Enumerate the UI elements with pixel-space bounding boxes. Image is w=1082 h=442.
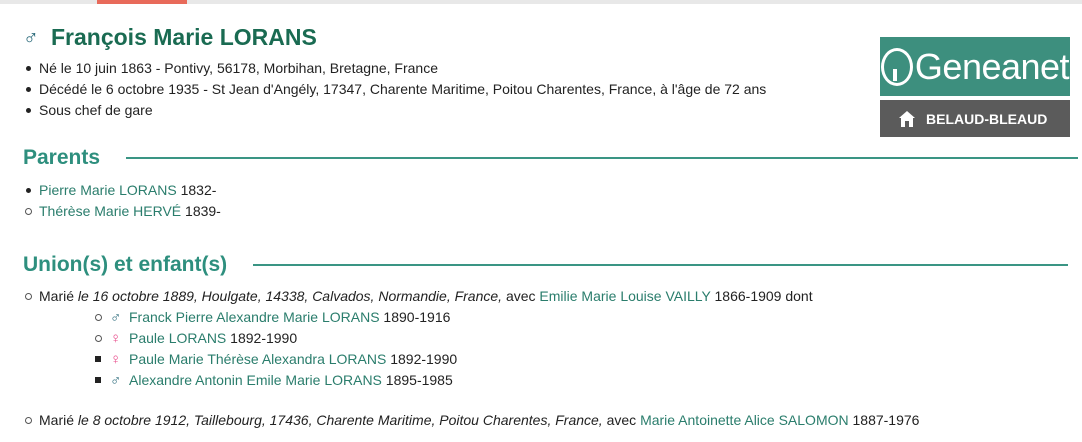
birth-fact: Né le 10 juin 1863 - Pontivy, 56178, Mor… [24, 58, 766, 79]
male-symbol-icon: ♂ [110, 309, 122, 326]
child-item: ♂ Alexandre Antonin Emile Marie LORANS 18… [94, 370, 1074, 391]
section-divider [253, 264, 1069, 266]
child-item: ♂ Franck Pierre Alexandre Marie LORANS 18… [94, 307, 1074, 328]
child-item: ♀ Paule LORANS 1892-1990 [94, 328, 1074, 349]
child-dates: 1895-1985 [381, 372, 453, 388]
child-dates: 1890-1916 [379, 309, 451, 325]
tree-icon [880, 47, 913, 86]
geneanet-logo-text: Geneanet [914, 45, 1070, 87]
unions-section-header: Union(s) et enfant(s) [23, 253, 1069, 277]
child-link[interactable]: Alexandre Antonin Emile Marie LORANS [129, 372, 382, 388]
union-item: Marié le 8 octobre 1912, Taillebourg, 17… [24, 410, 1074, 431]
parents-section-header: Parents [23, 146, 1079, 170]
section-divider [126, 157, 1079, 159]
list-item: Thérèse Marie HERVÉ 1839- [24, 201, 221, 222]
union-details: le 8 octobre 1912, Taillebourg, 17436, C… [77, 412, 603, 428]
child-item: ♀ Paule Marie Thérèse Alexandra LORANS 18… [94, 349, 1074, 370]
person-header: ♂ François Marie LORANS [23, 24, 317, 51]
geneanet-logo[interactable]: Geneanet [880, 37, 1070, 96]
spouse-dates: 1887-1976 [848, 412, 920, 428]
union-item: Marié le 16 octobre 1889, Houlgate, 1433… [24, 286, 1074, 391]
unions-list: Marié le 16 octobre 1889, Houlgate, 1433… [24, 286, 1074, 431]
child-link[interactable]: Paule LORANS [129, 330, 226, 346]
male-symbol-icon: ♂ [110, 372, 122, 389]
father-dates: 1832- [176, 182, 217, 198]
children-list: ♂ Franck Pierre Alexandre Marie LORANS 18… [94, 307, 1074, 391]
union-avec: avec [502, 288, 540, 304]
tree-owner-label: BELAUD-BLEAUD [926, 110, 1048, 127]
person-name: François Marie LORANS [51, 24, 317, 50]
male-symbol-icon: ♂ [23, 25, 39, 49]
union-prefix: Marié [39, 288, 78, 304]
tree-home-button[interactable]: BELAUD-BLEAUD [880, 100, 1070, 137]
child-link[interactable]: Franck Pierre Alexandre Marie LORANS [129, 309, 380, 325]
parents-list: Pierre Marie LORANS 1832- Thérèse Marie … [24, 180, 221, 222]
unions-heading: Union(s) et enfant(s) [23, 253, 228, 276]
death-fact: Décédé le 6 octobre 1935 - St Jean d'Ang… [24, 79, 766, 100]
union-suffix: dont [781, 288, 813, 304]
child-dates: 1892-1990 [226, 330, 298, 346]
union-avec: avec [602, 412, 641, 428]
union-details: le 16 octobre 1889, Houlgate, 14338, Cal… [77, 288, 503, 304]
child-link[interactable]: Paule Marie Thérèse Alexandra LORANS [129, 351, 386, 367]
occupation-fact: Sous chef de gare [24, 100, 766, 121]
child-dates: 1892-1990 [386, 351, 458, 367]
father-link[interactable]: Pierre Marie LORANS [39, 182, 177, 198]
mother-link[interactable]: Thérèse Marie HERVÉ [39, 203, 181, 219]
spouse-link[interactable]: Marie Antoinette Alice SALOMON [640, 412, 849, 428]
female-symbol-icon: ♀ [110, 330, 122, 347]
list-item: Pierre Marie LORANS 1832- [24, 180, 221, 201]
top-border [0, 0, 1082, 4]
spouse-link[interactable]: Emilie Marie Louise VAILLY [539, 288, 710, 304]
parents-heading: Parents [23, 146, 101, 169]
spouse-dates: 1866-1909 [710, 288, 782, 304]
active-tab-indicator [97, 0, 187, 4]
person-facts: Né le 10 juin 1863 - Pontivy, 56178, Mor… [24, 58, 766, 121]
mother-dates: 1839- [181, 203, 221, 219]
geneanet-brand: Geneanet BELAUD-BLEAUD [880, 37, 1070, 137]
union-prefix: Marié [39, 412, 78, 428]
female-symbol-icon: ♀ [110, 351, 122, 368]
home-icon [898, 110, 916, 128]
